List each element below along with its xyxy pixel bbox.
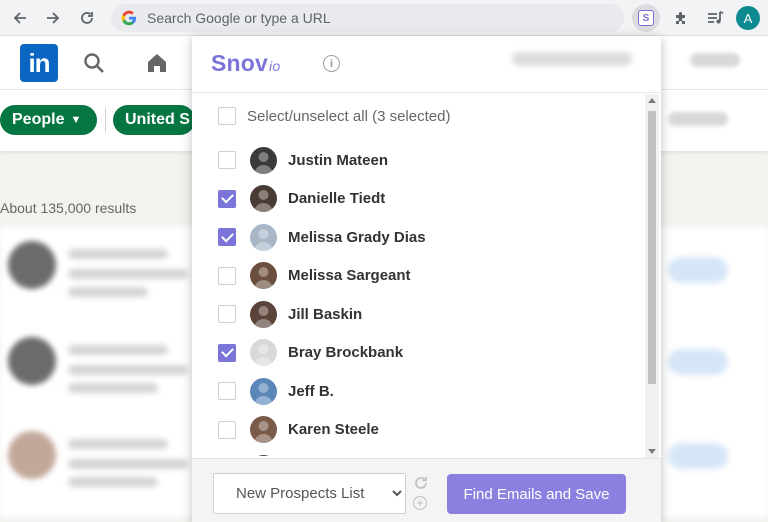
prospect-name: Danielle Tiedt bbox=[288, 190, 386, 207]
prospect-checkbox[interactable] bbox=[218, 305, 236, 323]
prospect-row[interactable]: Danielle Tiedt bbox=[218, 184, 385, 214]
blurred-text bbox=[68, 287, 148, 297]
brand-suffix: io bbox=[269, 58, 281, 74]
scroll-up-arrow-icon[interactable] bbox=[648, 98, 656, 103]
info-icon[interactable]: i bbox=[323, 55, 340, 72]
find-emails-and-save-button[interactable]: Find Emails and Save bbox=[447, 474, 626, 514]
prospect-avatar bbox=[250, 262, 277, 289]
prospect-avatar bbox=[250, 146, 277, 174]
prospect-avatar bbox=[250, 339, 277, 366]
prospect-row[interactable] bbox=[218, 453, 288, 456]
blurred-avatar bbox=[8, 337, 56, 385]
blurred-text bbox=[68, 269, 188, 279]
blurred-filter-item bbox=[668, 112, 728, 126]
prospect-name: Jill Baskin bbox=[288, 305, 363, 323]
blurred-text bbox=[68, 459, 188, 469]
prospect-avatar bbox=[250, 185, 277, 212]
popup-footer: New Prospects List + Find Emails and Sav… bbox=[192, 458, 661, 522]
prospect-checkbox[interactable] bbox=[218, 420, 236, 439]
blurred-avatar bbox=[8, 241, 56, 289]
home-icon[interactable] bbox=[145, 51, 169, 80]
prospect-name: Karen Steele bbox=[288, 421, 379, 438]
results-count: About 135,000 results bbox=[0, 200, 137, 216]
blurred-nav-item bbox=[690, 53, 740, 67]
scroll-down-arrow-icon[interactable] bbox=[648, 449, 656, 454]
prospect-row[interactable]: Melissa Sargeant bbox=[218, 261, 411, 291]
prospect-row[interactable]: Jeff B. bbox=[218, 376, 334, 406]
blurred-connect-button bbox=[668, 257, 728, 283]
blurred-avatar bbox=[8, 431, 56, 479]
blurred-connect-button bbox=[668, 443, 728, 469]
linkedin-logo[interactable]: in bbox=[20, 44, 58, 82]
forward-arrow-icon[interactable] bbox=[41, 6, 65, 30]
select-all-checkbox[interactable] bbox=[218, 107, 236, 125]
blurred-text bbox=[68, 365, 188, 375]
blurred-text bbox=[68, 383, 158, 393]
prospect-row[interactable]: Jill Baskin bbox=[218, 299, 362, 329]
prospect-avatar bbox=[250, 223, 277, 251]
snov-logo: Snovio bbox=[211, 50, 280, 77]
omnibox[interactable] bbox=[111, 4, 624, 32]
filter-divider bbox=[105, 108, 106, 132]
prospect-checkbox[interactable] bbox=[218, 151, 236, 169]
prospect-name: Melissa Grady Dias bbox=[288, 228, 426, 246]
popup-header: Snovio i bbox=[192, 36, 661, 93]
blurred-header-item bbox=[512, 52, 632, 66]
extensions-puzzle-icon[interactable] bbox=[667, 4, 695, 32]
omnibox-input[interactable] bbox=[147, 10, 587, 26]
prospect-avatar bbox=[250, 300, 277, 328]
prospect-row[interactable]: Justin Mateen bbox=[218, 145, 388, 175]
prospect-name: Jeff B. bbox=[288, 382, 334, 400]
caret-down-icon: ▼ bbox=[70, 114, 82, 126]
prospect-row[interactable]: Bray Brockbank bbox=[218, 338, 403, 368]
blurred-text bbox=[68, 345, 168, 355]
blurred-text bbox=[68, 249, 168, 259]
people-filter-label: People bbox=[12, 111, 65, 128]
prospect-name: Bray Brockbank bbox=[288, 344, 404, 361]
blurred-connect-button bbox=[668, 349, 728, 375]
country-filter-button[interactable]: United S bbox=[113, 105, 195, 135]
prospect-avatar bbox=[250, 377, 277, 405]
brand-name: Snov bbox=[211, 50, 269, 76]
browser-toolbar: S A bbox=[0, 0, 768, 36]
prospect-name: Justin Mateen bbox=[288, 151, 389, 169]
prospect-list-scrollbar[interactable] bbox=[645, 94, 659, 458]
prospect-row[interactable]: Karen Steele bbox=[218, 415, 379, 445]
prospect-list: Select/unselect all (3 selected) Justin … bbox=[192, 94, 661, 456]
back-arrow-icon[interactable] bbox=[8, 6, 32, 30]
snov-extension-icon: S bbox=[638, 10, 654, 26]
scrollbar-thumb[interactable] bbox=[648, 111, 656, 384]
blurred-text bbox=[68, 439, 168, 449]
people-filter-button[interactable]: People ▼ bbox=[0, 105, 97, 135]
prospect-checkbox[interactable] bbox=[218, 266, 236, 285]
search-icon[interactable] bbox=[82, 51, 106, 80]
google-g-icon bbox=[121, 10, 137, 26]
profile-avatar[interactable]: A bbox=[736, 6, 760, 30]
snov-popup: Snovio i Select/unselect all (3 selected… bbox=[192, 36, 661, 522]
prospect-row[interactable]: Melissa Grady Dias bbox=[218, 222, 426, 252]
prospect-avatar bbox=[250, 454, 277, 456]
media-controls-icon[interactable] bbox=[701, 4, 729, 32]
add-list-icon[interactable]: + bbox=[413, 496, 427, 510]
select-all-label: Select/unselect all (3 selected) bbox=[247, 107, 451, 125]
country-filter-label: United S bbox=[125, 111, 190, 128]
refresh-icon[interactable] bbox=[412, 474, 430, 497]
prospect-checkbox[interactable] bbox=[218, 343, 236, 362]
prospect-checkbox[interactable] bbox=[218, 189, 236, 208]
reload-icon[interactable] bbox=[75, 6, 99, 30]
prospect-checkbox[interactable] bbox=[218, 228, 236, 246]
select-all-row[interactable]: Select/unselect all (3 selected) bbox=[218, 107, 450, 125]
snov-extension-button[interactable]: S bbox=[632, 4, 660, 32]
prospect-name: Melissa Sargeant bbox=[288, 267, 411, 284]
blurred-text bbox=[68, 477, 158, 487]
prospect-list-select[interactable]: New Prospects List bbox=[213, 473, 406, 514]
prospect-checkbox[interactable] bbox=[218, 382, 236, 400]
prospect-avatar bbox=[250, 416, 277, 443]
